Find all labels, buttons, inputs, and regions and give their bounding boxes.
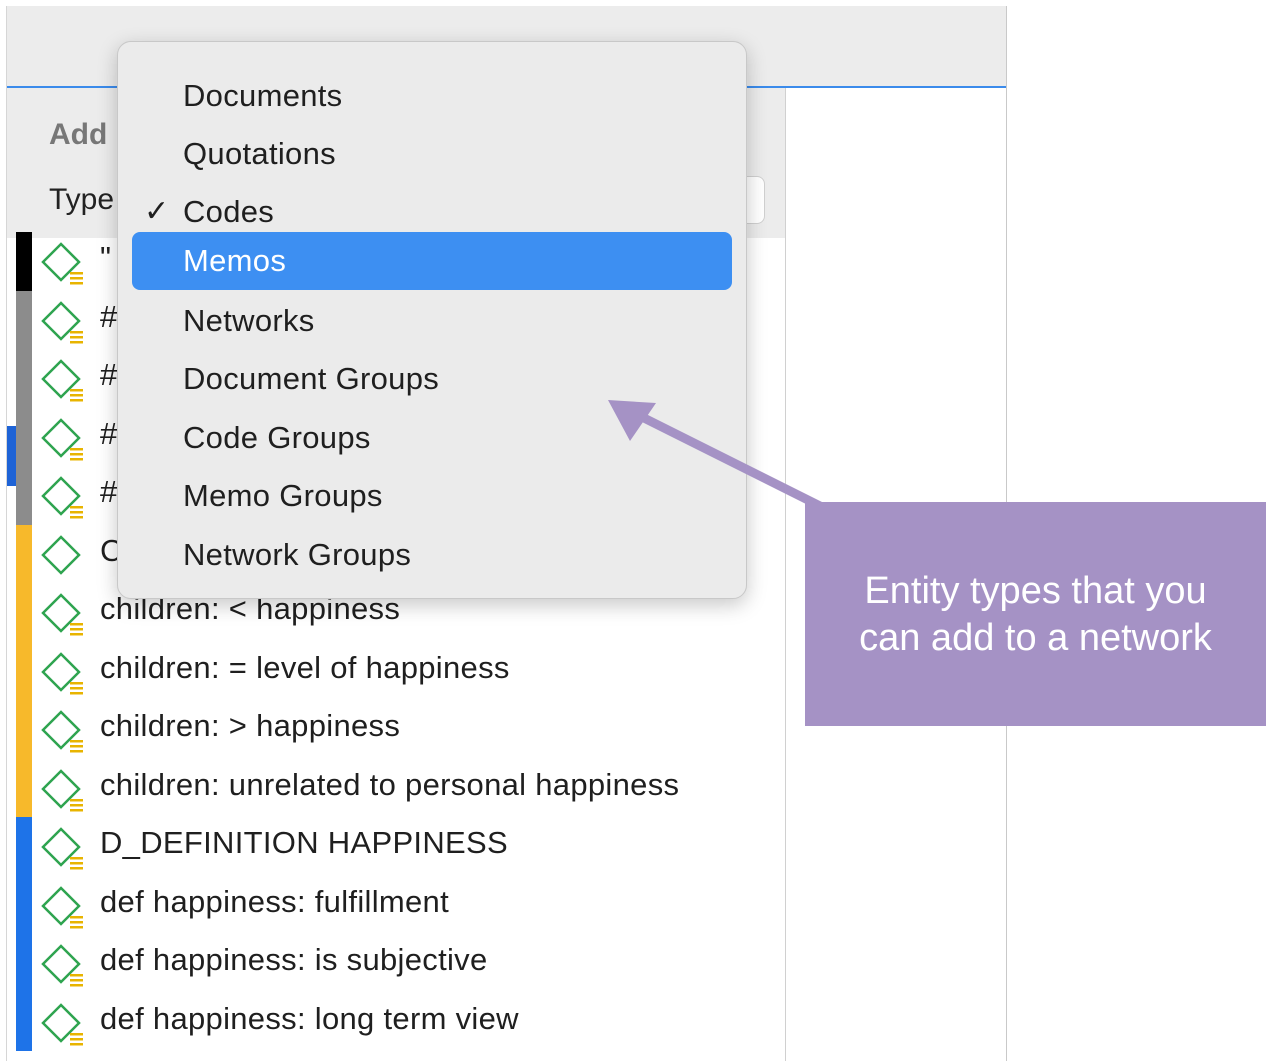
menu-item-documents[interactable]: Documents [132, 67, 732, 125]
code-color-bar [16, 700, 32, 759]
code-diamond-icon [41, 651, 83, 694]
list-item-label: children: > happiness [100, 708, 401, 743]
code-color-bar [16, 758, 32, 817]
menu-item-label: Code Groups [183, 420, 371, 455]
list-item-label: # [100, 357, 118, 392]
menu-item-label: Networks [183, 303, 315, 338]
menu-item-label: Quotations [183, 136, 336, 171]
list-item-label: " [100, 240, 112, 275]
list-item[interactable]: children: unrelated to personal happines… [16, 758, 778, 817]
menu-item-label: Document Groups [183, 361, 440, 396]
list-item-label: # [100, 415, 118, 451]
code-diamond-icon [41, 242, 83, 285]
menu-item-label: Network Groups [183, 537, 412, 572]
list-item-label: def happiness: is subjective [100, 942, 488, 977]
menu-item-label: Memos [183, 243, 287, 278]
menu-item-network-groups[interactable]: Network Groups [132, 526, 732, 584]
list-item-label: children: unrelated to personal happines… [100, 766, 680, 802]
code-diamond-icon [41, 885, 83, 928]
code-diamond-icon [41, 710, 83, 753]
menu-item-label: Memo Groups [183, 478, 383, 513]
code-diamond-icon [41, 593, 83, 636]
code-color-bar [16, 992, 32, 1051]
menu-item-label: Documents [183, 78, 343, 113]
list-item[interactable]: def happiness: long term view [16, 992, 778, 1051]
code-color-bar [16, 466, 32, 525]
list-item[interactable]: children: > happiness [16, 700, 778, 759]
code-diamond-icon [41, 476, 83, 519]
type-dropdown-menu: Documents Quotations ✓ Codes Memos Networks Do… [117, 41, 747, 599]
code-color-bar [16, 524, 32, 583]
menu-item-label: Codes [183, 194, 275, 229]
code-color-bar [16, 934, 32, 993]
callout-box: Entity types that you can add to a netwo… [805, 502, 1266, 726]
code-color-bar [16, 407, 32, 466]
code-color-bar [16, 641, 32, 700]
menu-item-quotations[interactable]: Quotations [132, 125, 732, 183]
list-item-label: # [100, 298, 118, 334]
code-diamond-icon [41, 300, 83, 343]
list-item[interactable]: D_DEFINITION HAPPINESS [16, 817, 778, 876]
code-color-bar [16, 875, 32, 934]
code-diamond-icon [41, 944, 83, 987]
code-color-bar [16, 583, 32, 642]
list-item-label: # [100, 474, 118, 509]
callout-line-2: can add to a network [859, 617, 1212, 659]
code-color-bar [16, 349, 32, 408]
code-color-bar [16, 817, 32, 876]
code-diamond-icon [41, 417, 83, 460]
callout-arrow [608, 400, 825, 512]
list-item-label: def happiness: long term view [100, 1000, 519, 1036]
column-divider [785, 88, 786, 1061]
code-diamond-icon [41, 768, 83, 811]
list-item-label: def happiness: fulfillment [100, 883, 449, 919]
list-item[interactable]: def happiness: is subjective [16, 934, 778, 993]
list-item[interactable]: children: = level of happiness [16, 641, 778, 700]
code-color-bar [16, 290, 32, 349]
code-diamond-icon [41, 359, 83, 402]
code-diamond-icon [41, 827, 83, 870]
code-color-bar [16, 232, 32, 291]
list-item[interactable]: def happiness: fulfillment [16, 875, 778, 934]
list-item-label: D_DEFINITION HAPPINESS [100, 825, 508, 860]
checkmark-icon: ✓ [144, 195, 170, 228]
type-label: Type [49, 183, 115, 216]
code-diamond-icon [41, 534, 81, 575]
menu-item-networks[interactable]: Networks [132, 292, 732, 350]
callout-text: Entity types that you can add to a netwo… [805, 568, 1266, 662]
code-diamond-icon [41, 1002, 83, 1045]
menu-item-memos[interactable]: Memos [132, 232, 732, 290]
list-item-label: children: = level of happiness [100, 649, 510, 685]
panel-title: Add [49, 118, 108, 151]
callout-line-1: Entity types that you [864, 570, 1207, 612]
